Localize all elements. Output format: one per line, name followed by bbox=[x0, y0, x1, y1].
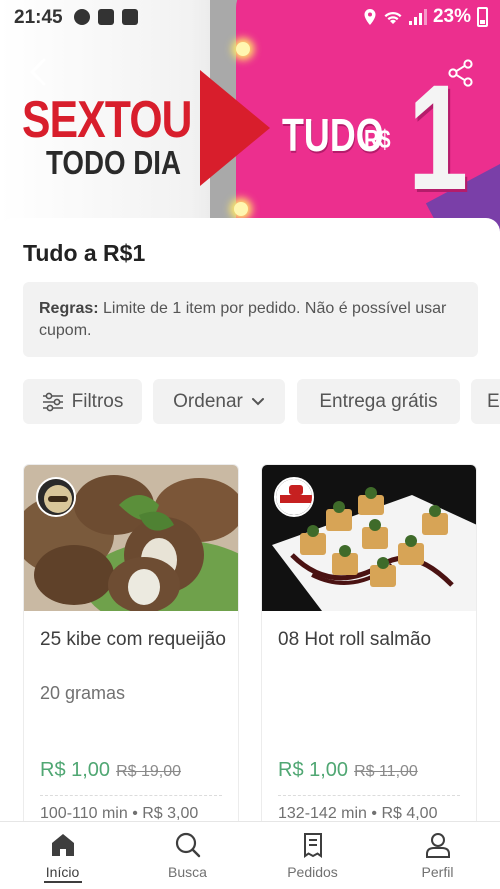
chevron-down-icon bbox=[251, 397, 264, 405]
bottom-navigation: Início Busca Pedidos Perfil bbox=[0, 821, 500, 889]
product-name: 25 kibe com requeijão bbox=[40, 629, 226, 650]
home-icon bbox=[51, 834, 74, 856]
promo-banner: SEXTOU TODO DIA TUDO R$ 1 bbox=[0, 0, 500, 232]
nav-profile-label: Perfil bbox=[421, 864, 454, 880]
status-notification-icons bbox=[74, 9, 138, 25]
product-image bbox=[262, 465, 476, 611]
wifi-icon bbox=[384, 11, 402, 24]
battery-icon bbox=[477, 7, 488, 27]
banner-light bbox=[236, 42, 250, 56]
screenshot-icon bbox=[122, 9, 138, 25]
product-image bbox=[24, 465, 238, 611]
free-delivery-chip[interactable]: Entrega grátis bbox=[297, 379, 460, 424]
next-filter-chip[interactable]: E bbox=[471, 379, 500, 424]
card-divider bbox=[40, 795, 222, 796]
status-bar: 21:45 23% bbox=[0, 0, 500, 34]
rules-box: Regras: Limite de 1 item por pedido. Não… bbox=[23, 282, 478, 357]
filter-chips: Filtros Ordenar Entrega grátis E bbox=[23, 379, 500, 425]
nav-search-label: Busca bbox=[168, 864, 207, 880]
card-divider bbox=[278, 795, 460, 796]
notification-app-icon bbox=[98, 9, 114, 25]
product-detail: 20 gramas bbox=[40, 683, 126, 703]
content-sheet: Tudo a R$1 Regras: Limite de 1 item por … bbox=[0, 218, 500, 844]
nav-profile[interactable]: Perfil bbox=[375, 822, 500, 889]
sort-chip[interactable]: Ordenar bbox=[153, 379, 285, 424]
product-price: R$ 1,00 bbox=[278, 759, 349, 781]
status-system-icons: 23% bbox=[363, 6, 488, 28]
rules-text: Limite de 1 item por pedido. Não é possí… bbox=[39, 300, 447, 339]
nav-orders-label: Pedidos bbox=[287, 864, 338, 880]
restaurant-logo bbox=[36, 477, 76, 517]
banner-light bbox=[234, 202, 248, 216]
location-icon bbox=[364, 9, 376, 25]
status-time: 21:45 bbox=[14, 7, 63, 28]
share-button[interactable] bbox=[446, 58, 476, 88]
next-filter-chip-label: E bbox=[487, 390, 500, 412]
nav-search[interactable]: Busca bbox=[125, 822, 250, 889]
nav-home-label: Início bbox=[45, 864, 80, 880]
product-price: R$ 1,00 bbox=[40, 759, 111, 781]
nav-orders[interactable]: Pedidos bbox=[250, 822, 375, 889]
user-icon bbox=[425, 833, 450, 858]
sort-chip-label: Ordenar bbox=[173, 390, 243, 412]
sliders-icon bbox=[42, 392, 63, 411]
share-icon bbox=[448, 59, 473, 87]
chrome-icon bbox=[74, 9, 90, 25]
search-icon bbox=[175, 832, 200, 858]
battery-percent: 23% bbox=[432, 6, 471, 27]
rules-label: Regras: bbox=[39, 300, 99, 317]
nav-home[interactable]: Início bbox=[0, 822, 125, 889]
product-list: 25 kibe com requeijão 20 gramas R$ 1,00 … bbox=[23, 464, 500, 844]
price-row: R$ 1,00 R$ 11,00 bbox=[278, 759, 418, 782]
banner-headline: SEXTOU bbox=[22, 91, 192, 149]
back-button[interactable] bbox=[24, 56, 54, 88]
product-old-price: R$ 19,00 bbox=[116, 763, 181, 780]
nav-active-indicator bbox=[44, 881, 82, 883]
banner-subline: TODO DIA bbox=[46, 144, 182, 181]
filters-chip[interactable]: Filtros bbox=[23, 379, 142, 424]
product-name: 08 Hot roll salmão bbox=[278, 629, 432, 650]
banner-currency: R$ bbox=[364, 124, 391, 154]
product-card[interactable]: 25 kibe com requeijão 20 gramas R$ 1,00 … bbox=[23, 464, 239, 844]
restaurant-logo bbox=[274, 477, 314, 517]
product-old-price: R$ 11,00 bbox=[354, 763, 418, 780]
receipt-icon bbox=[303, 833, 322, 858]
price-row: R$ 1,00 R$ 19,00 bbox=[40, 759, 181, 782]
product-card[interactable]: 08 Hot roll salmão R$ 1,00 R$ 11,00 132-… bbox=[261, 464, 477, 844]
signal-icon bbox=[408, 9, 427, 25]
page-title: Tudo a R$1 bbox=[23, 240, 146, 266]
free-delivery-chip-label: Entrega grátis bbox=[319, 390, 438, 412]
banner-arrow bbox=[200, 70, 270, 186]
filters-chip-label: Filtros bbox=[71, 390, 124, 412]
chevron-left-icon bbox=[30, 58, 46, 86]
